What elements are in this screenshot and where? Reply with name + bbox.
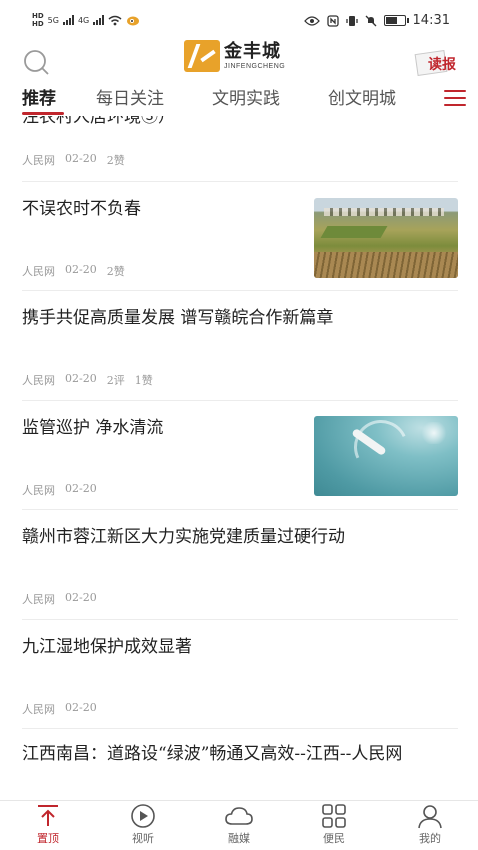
nav-label: 便民 [323,832,345,845]
nfc-icon [326,14,339,27]
article-comments: 2评 [106,374,125,387]
article-meta: 人民网 02-20 [22,701,97,717]
hd-label-2: HD [32,20,44,28]
list-item[interactable]: 九江湿地保护成效显著 人民网 02-20 [22,620,458,729]
article-date: 02-20 [65,372,97,385]
hd-indicator: HD HD [32,12,44,28]
article-meta: 人民网 02-20 2赞 [22,152,125,168]
logo-text: 金丰城 JINFENGCHENG [224,40,286,70]
article-meta: 人民网 02-20 [22,591,97,607]
status-bar: HD HD 5G 4G 14:31 [0,0,478,40]
nav-item-video[interactable]: 视听 [113,803,173,849]
list-item[interactable]: 赣州市蓉江新区大力实施党建质量过硬行动 人民网 02-20 [22,510,458,620]
article-date: 02-20 [65,263,97,276]
nav-label: 置顶 [37,832,59,845]
list-item[interactable]: 注农村人居环境③） 人民网 02-20 2赞 [22,116,458,182]
app-header: 金丰城 JINFENGCHENG 读报 [0,40,478,82]
article-source: 人民网 [22,154,55,167]
article-meta: 人民网 02-20 [22,482,97,498]
battery-icon [383,15,409,26]
weibo-notification-icon [127,16,140,26]
nav-item-services[interactable]: 便民 [304,803,364,849]
thumbnail-detail [314,252,458,278]
article-title: 携手共促高质量发展 谱写赣皖合作新篇章 [22,308,334,328]
user-icon [418,805,442,829]
search-icon[interactable] [22,48,50,76]
nav-item-top[interactable]: 置顶 [18,803,78,849]
article-source: 人民网 [22,593,55,606]
article-meta: 人民网 02-20 2赞 [22,263,125,279]
bottom-navigation: 置顶 视听 融媒 便民 我的 [0,800,478,850]
nav-label: 视听 [132,832,154,845]
read-newspaper-button[interactable]: 读报 [414,50,462,76]
network-indicators: HD HD 5G 4G [32,12,140,28]
arrow-up-icon [38,805,58,826]
article-source: 人民网 [22,374,55,387]
news-feed: 注农村人居环境③） 人民网 02-20 2赞 不误农时不负春 人民网 02-20… [0,116,478,800]
signal-icon-2 [93,15,105,25]
thumbnail-detail [420,422,448,444]
menu-icon[interactable] [444,90,466,108]
cloud-icon [225,807,253,825]
wifi-icon [108,15,122,25]
article-source: 人民网 [22,484,55,497]
list-item[interactable]: 江西南昌：道路设“绿波”畅通又高效--江西--人民网 [22,729,458,800]
article-likes: 2赞 [106,154,125,167]
app-logo: 金丰城 JINFENGCHENG [184,40,285,72]
article-source: 人民网 [22,265,55,278]
article-date: 02-20 [65,701,97,714]
network-type-2: 4G [77,15,90,25]
vibrate-icon [345,15,358,26]
article-thumbnail [314,198,458,278]
logo-mark-icon [184,40,220,72]
article-thumbnail [314,416,458,496]
nav-label: 融媒 [228,832,250,845]
article-source: 人民网 [22,703,55,716]
eye-icon [303,15,320,26]
grid-icon [322,804,346,828]
article-likes: 2赞 [106,265,125,278]
play-icon [131,804,155,828]
tab-civilized-city[interactable]: 创文明城 [328,84,396,109]
system-indicators: 14:31 [303,13,450,28]
article-title: 江西南昌：道路设“绿波”畅通又高效--江西--人民网 [22,744,403,764]
hd-label-1: HD [32,12,44,20]
nav-item-profile[interactable]: 我的 [400,803,460,849]
tab-civilization-practice[interactable]: 文明实践 [212,84,280,109]
logo-subtitle: JINFENGCHENG [224,62,286,70]
article-date: 02-20 [65,152,97,165]
tab-recommend[interactable]: 推荐 [22,84,56,109]
thumbnail-detail [320,226,388,238]
article-meta: 人民网 02-20 2评 1赞 [22,372,153,388]
article-title: 九江湿地保护成效显著 [22,637,192,657]
article-title: 注农村人居环境③） [22,116,175,127]
article-date: 02-20 [65,591,97,604]
article-date: 02-20 [65,482,97,495]
list-item[interactable]: 监管巡护 净水清流 人民网 02-20 [22,401,458,510]
signal-icon [62,15,74,25]
logo-title: 金丰城 [224,40,281,62]
mute-icon [365,15,376,26]
network-type-1: 5G [47,15,59,25]
article-likes: 1赞 [134,374,153,387]
list-item[interactable]: 携手共促高质量发展 谱写赣皖合作新篇章 人民网 02-20 2评 1赞 [22,291,458,401]
list-item[interactable]: 不误农时不负春 人民网 02-20 2赞 [22,182,458,291]
battery-level [385,17,397,24]
nav-item-media[interactable]: 融媒 [209,803,269,849]
nav-label: 我的 [419,832,441,845]
active-tab-indicator [22,112,64,115]
read-newspaper-label: 读报 [428,57,456,73]
clock: 14:31 [412,13,450,28]
thumbnail-detail [324,208,444,216]
article-title: 赣州市蓉江新区大力实施党建质量过硬行动 [22,527,345,547]
category-tabs: 推荐 每日关注 文明实践 创文明城 [0,84,478,116]
tab-daily-focus[interactable]: 每日关注 [96,84,164,109]
